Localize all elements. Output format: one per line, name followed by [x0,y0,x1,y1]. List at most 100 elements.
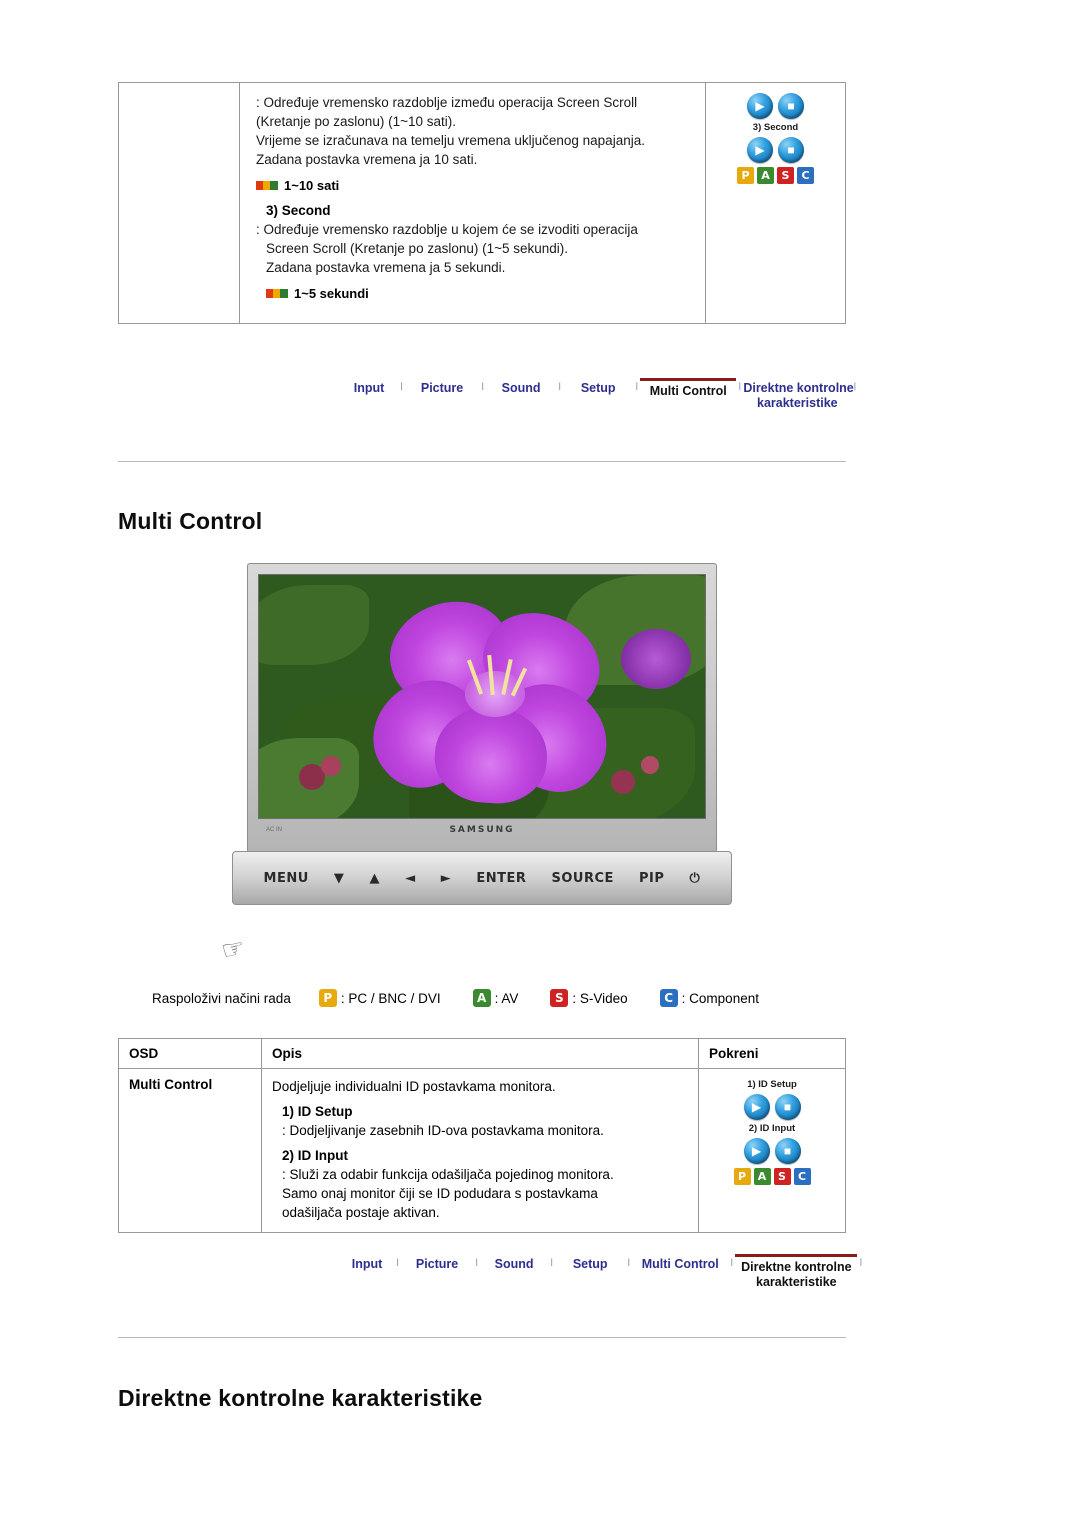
osd-button-pair: ▶ ■ [703,1094,841,1120]
nav-item-direct-control-line1: Direktne kontrolne [743,381,854,395]
badge-component-icon: C [659,989,678,1007]
badge-svideo: S [777,167,794,184]
nav-item-direct-control[interactable]: Direktne kontrolne karakteristike [743,378,854,411]
range-row-hours: 1~10 sati [256,178,695,193]
play-button-icon[interactable]: ▶ [743,1094,770,1120]
page-title: Multi Control [118,508,263,534]
nav-item-input[interactable]: Input [340,1254,394,1271]
control-power[interactable]: ⏻ [690,871,701,886]
description-line: Vrijeme se izračunava na temelju vremena… [256,133,645,148]
nav-item-direct-control-line2: karakteristike [756,1275,837,1289]
range-label: 1~10 sati [284,178,340,193]
nav-item-setup[interactable]: Setup [555,1254,625,1271]
control-source[interactable]: SOURCE [552,871,614,886]
table-header-row: OSD Opis Pokreni [118,1038,846,1069]
nav-item-sound[interactable]: Sound [480,1254,548,1271]
range-gradient-icon [266,289,288,298]
control-down[interactable]: ▼ [334,871,345,886]
stop-button-icon[interactable]: ■ [778,93,804,119]
description-line: : Određuje vremensko razdoblje između op… [256,95,638,110]
badge-av: A [753,1168,771,1185]
control-up[interactable]: ▲ [370,871,381,886]
nav-item-input[interactable]: Input [340,378,398,395]
monitor-control-bar[interactable]: MENU ▼ ▲ ◄ ► ENTER SOURCE PIP ⏻ [232,851,732,905]
range-gradient-icon [256,181,278,190]
description-line: : Određuje vremensko razdoblje u kojem ć… [256,222,638,237]
available-modes-label: Raspoloživi načini rada [152,990,291,1006]
nav-separator: I [738,381,742,393]
nav-item-multi-control[interactable]: Multi Control [632,1254,728,1271]
desc-line-1: Dodjeljuje individualni ID postavkama mo… [272,1079,556,1094]
nav-item-multi-control[interactable]: Multi Control [640,378,737,398]
available-modes-row: Raspoloživi načini rada P : PC / BNC / D… [152,989,791,1007]
nav-item-direct-control-line2: karakteristike [757,396,838,410]
table-row: Multi Control Dodjeljuje individualni ID… [118,1068,846,1233]
desc-line-3: : Služi za odabir funkcija odašiljača po… [282,1167,614,1182]
control-menu[interactable]: MENU [264,871,309,886]
nav-item-direct-control-line1: Direktne kontrolne [741,1260,852,1274]
badge-svideo-icon: S [550,989,569,1007]
desc-line-4: Samo onaj monitor čiji se ID podudara s … [282,1186,598,1201]
monitor-brand-strip: AC IN SAMSUNG [258,819,706,841]
section-nav-top[interactable]: Input I Picture I Sound I Setup I Multi … [340,378,858,411]
nav-separator: I [475,1257,479,1269]
subsection-heading-second: 3) Second [266,203,331,218]
osd-panel-label: 3) Second [752,122,799,133]
nav-separator: I [853,381,857,393]
divider-line-top [118,461,846,462]
badge-pc: P [737,167,754,184]
control-left[interactable]: ◄ [405,871,416,886]
control-right[interactable]: ► [441,871,452,886]
badge-component: C [793,1168,811,1185]
nav-item-sound[interactable]: Sound [486,378,556,395]
nav-separator: I [550,1257,554,1269]
desc-sub-id-input: 2) ID Input [282,1148,348,1163]
description-line: Zadana postavka vremena ja 10 sati. [256,152,478,167]
mode-component-text: : Component [681,990,759,1006]
play-glyph: ▶ [755,99,765,113]
stop-button-icon[interactable]: ■ [778,137,804,163]
stop-glyph: ■ [783,1100,792,1114]
divider-line-bottom [118,1337,846,1338]
stop-button-icon[interactable]: ■ [774,1094,801,1120]
badge-component: C [797,167,814,184]
nav-separator: I [558,381,562,393]
table-run-column: ▶ ■ 3) Second ▶ ■ P A S C [706,83,846,323]
control-pip[interactable]: PIP [639,871,664,886]
control-enter[interactable]: ENTER [476,871,526,886]
stop-button-icon[interactable]: ■ [774,1138,801,1164]
nav-item-setup[interactable]: Setup [563,378,633,395]
nav-separator: I [396,1257,400,1269]
desc-line-5: odašiljača postaje aktivan. [282,1205,440,1220]
play-button-icon[interactable]: ▶ [747,137,773,163]
nav-separator: I [635,381,639,393]
header-osd: OSD [118,1038,262,1069]
osd-button-panel-second: ▶ ■ 3) Second ▶ ■ P A S C [706,93,845,184]
nav-item-picture[interactable]: Picture [405,378,479,395]
play-button-icon[interactable]: ▶ [747,93,773,119]
cell-osd-multi-control: Multi Control [118,1068,262,1233]
monitor-brand-label: SAMSUNG [449,825,515,835]
monitor-illustration: AC IN SAMSUNG MENU ▼ ▲ ◄ ► ENTER SOURCE … [232,563,732,905]
pasc-badges: P A S C [706,167,845,184]
description-line: Screen Scroll (Kretanje po zaslonu) (1~5… [266,241,569,256]
desc-line-2: : Dodjeljivanje zasebnih ID-ova postavka… [282,1123,604,1138]
cell-description: Dodjeljuje individualni ID postavkama mo… [261,1068,699,1233]
section-nav-bottom[interactable]: Input I Picture I Sound I Setup I Multi … [340,1254,864,1290]
badge-pc-icon: P [318,989,337,1007]
description-line: Zadana postavka vremena ja 5 sekundi. [266,260,506,275]
osd-button-pair-2: ▶ ■ [706,137,845,163]
nav-separator: I [481,381,485,393]
nav-separator: I [730,1257,734,1269]
stop-glyph: ■ [787,99,795,113]
mode-pc-text: : PC / BNC / DVI [340,990,441,1006]
nav-item-picture[interactable]: Picture [401,1254,473,1271]
nav-separator: I [400,381,404,393]
description-line: (Kretanje po zaslonu) (1~10 sati). [256,114,456,129]
mode-component: C : Component [659,989,759,1007]
play-button-icon[interactable]: ▶ [743,1138,770,1164]
play-glyph: ▶ [755,143,765,157]
nav-item-direct-control[interactable]: Direktne kontrolne karakteristike [735,1254,858,1290]
monitor-frame: AC IN SAMSUNG [247,563,717,853]
range-label: 1~5 sekundi [294,286,369,301]
